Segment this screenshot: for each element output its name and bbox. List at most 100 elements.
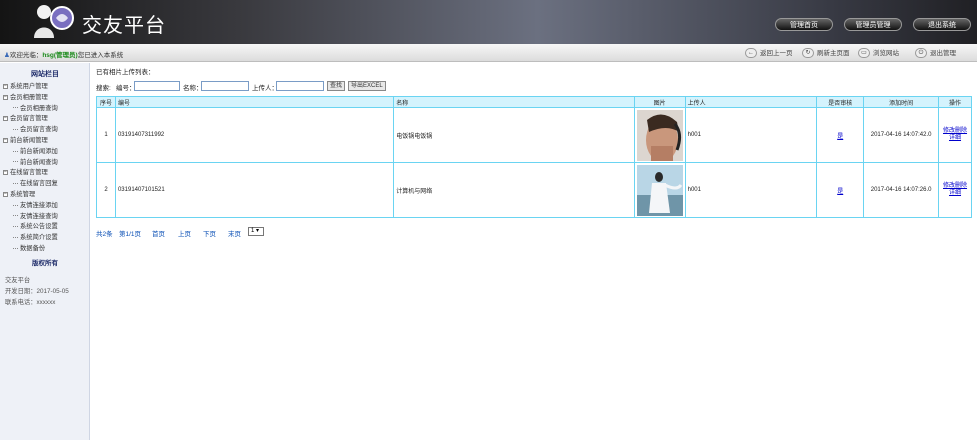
edit-link[interactable]: 修改 <box>943 128 955 134</box>
sidebar-item[interactable]: 系统简介设置 <box>13 232 58 241</box>
delete-link[interactable]: 删除 <box>955 183 967 189</box>
tree-branch-icon <box>13 129 18 131</box>
col-code: 编号 <box>114 96 395 108</box>
code-label: 编号： <box>116 85 136 92</box>
search-label: 搜索: <box>96 85 111 92</box>
sidebar-item[interactable]: 友情连接查询 <box>13 211 58 220</box>
sidebar-item[interactable]: 会员相册查询 <box>13 103 58 112</box>
nav-logout-button[interactable]: 退出系统 <box>913 18 971 31</box>
sidebar-item-label: 在线留言管理 <box>10 169 48 177</box>
pager-total: 共2条 <box>96 231 113 238</box>
detail-link[interactable]: 详细 <box>949 190 961 196</box>
sidebar-info-date: 开发日期：2017-05-05 <box>5 288 69 295</box>
sidebar-item-label: 友情连接添加 <box>20 201 58 209</box>
edit-link[interactable]: 修改 <box>943 183 955 189</box>
sidebar-item[interactable]: − 前台新闻管理 <box>3 135 48 144</box>
col-time: 添加时间 <box>863 96 940 108</box>
back-label: 返回上一页 <box>760 50 793 57</box>
search-button[interactable]: 查找 <box>327 81 346 91</box>
refresh-label: 刷新主页面 <box>817 50 850 57</box>
sidebar-info-phone: 联系电话：xxxxxx <box>5 299 56 306</box>
row-time: 2017-04-16 14:07:42.0 <box>863 107 940 163</box>
chevron-down-icon: ▾ <box>256 228 260 234</box>
tree-branch-icon <box>13 150 18 152</box>
current-user: hsg(管理员) <box>42 52 78 59</box>
browser-icon: ▭ <box>858 48 870 59</box>
uploader-input[interactable] <box>276 81 324 91</box>
refresh-button[interactable]: ↻ 刷新主页面 <box>802 47 850 59</box>
welcome-prefix: 欢迎光临： <box>9 52 43 59</box>
table-header-row: 序号 编号 名称 图片 上传人 是否审核 添加时间 操作 <box>96 96 972 108</box>
sidebar-item[interactable]: − 会员留言管理 <box>3 113 48 122</box>
photo-thumbnail-man[interactable] <box>636 109 683 161</box>
sidebar-item[interactable]: − 系统用户管理 <box>3 81 48 90</box>
expand-toggle-icon: − <box>3 136 8 143</box>
name-label: 名称： <box>183 85 203 92</box>
col-uploader: 上传人 <box>684 96 818 108</box>
name-input[interactable] <box>201 81 249 91</box>
row-image-cell <box>633 107 686 163</box>
col-image: 图片 <box>633 96 686 108</box>
sidebar-item[interactable]: 友情连接添加 <box>13 200 58 209</box>
table-row: 1 03191407311992 电饭锅电饭锅 h001 是 2017-04-1… <box>96 107 972 163</box>
sidebar-item[interactable]: − 会员相册管理 <box>3 92 48 101</box>
sidebar-item-label: 系统用户管理 <box>10 83 48 90</box>
photo-thumbnail-woman[interactable] <box>636 164 683 216</box>
tree-branch-icon <box>13 247 18 249</box>
sidebar-item[interactable]: − 系统管理 <box>3 189 35 198</box>
review-link[interactable]: 是 <box>837 189 843 195</box>
code-input[interactable] <box>134 81 180 91</box>
power-icon: ⏻ <box>915 48 927 59</box>
col-op: 操作 <box>938 96 972 108</box>
tree-branch-icon <box>13 237 18 239</box>
page-select[interactable]: 1 ▾ <box>248 227 264 236</box>
sidebar-item[interactable]: 前台新闻添加 <box>13 146 58 155</box>
sidebar: 网站栏目 − 系统用户管理 − 会员相册管理 会员相册查询 − 会员留言管理 会员留言查询 − 前… <box>0 63 90 440</box>
sidebar-item[interactable]: 在线留言回复 <box>13 178 58 187</box>
pager-first[interactable]: 首页 <box>152 228 165 238</box>
sidebar-item-label: 友情连接查询 <box>20 212 58 220</box>
row-review-cell: 是 <box>816 107 865 163</box>
browse-site-button[interactable]: ▭ 浏览网站 <box>858 47 899 59</box>
tree-branch-icon <box>13 204 18 206</box>
pager-next[interactable]: 下页 <box>203 228 216 238</box>
row-name: 电饭锅电饭锅 <box>393 107 635 163</box>
photo-table: 序号 编号 名称 图片 上传人 是否审核 添加时间 操作 1 031914073… <box>96 96 972 218</box>
expand-toggle-icon: − <box>3 115 8 122</box>
nav-admin-button[interactable]: 管理员管理 <box>844 18 902 31</box>
sidebar-item-label: 前台新闻查询 <box>20 158 58 166</box>
list-title: 已有相片上传列表： <box>96 69 155 76</box>
pager-last[interactable]: 末页 <box>228 228 241 238</box>
sidebar-item-label: 系统简介设置 <box>20 234 58 242</box>
row-code: 03191407311992 <box>114 107 395 163</box>
row-name: 计算机与网络 <box>393 162 635 218</box>
sidebar-item[interactable]: 会员留言查询 <box>13 124 58 133</box>
sidebar-item-label: 系统公告设置 <box>20 223 58 231</box>
col-no: 序号 <box>96 96 116 108</box>
expand-toggle-icon: − <box>3 93 8 100</box>
tree-branch-icon <box>13 107 18 109</box>
header-banner: 交友平台 管理首页 管理员管理 退出系统 <box>0 0 977 44</box>
sidebar-item[interactable]: 前台新闻查询 <box>13 157 58 166</box>
sidebar-item-label: 会员相册管理 <box>10 93 48 101</box>
sidebar-item-label: 前台新闻管理 <box>10 137 48 144</box>
sidebar-item-label: 会员留言管理 <box>10 115 48 123</box>
row-actions: 修改删除 详细 <box>938 107 972 163</box>
pager-prev[interactable]: 上页 <box>178 228 191 238</box>
tree-branch-icon <box>13 226 18 228</box>
row-no: 1 <box>96 107 116 163</box>
sidebar-item[interactable]: − 在线留言管理 <box>3 167 48 176</box>
row-code: 03191407101521 <box>114 162 395 218</box>
sidebar-item[interactable]: 系统公告设置 <box>13 221 58 230</box>
export-excel-button[interactable]: 导出EXCEL <box>348 81 386 91</box>
sidebar-item[interactable]: 数据备份 <box>13 243 45 252</box>
review-link[interactable]: 是 <box>837 134 843 140</box>
table-row: 2 03191407101521 计算机与网络 h001 是 2017-04-1… <box>96 162 972 218</box>
row-image-cell <box>633 162 686 218</box>
back-button[interactable]: ← 返回上一页 <box>745 47 793 59</box>
detail-link[interactable]: 详细 <box>949 135 961 141</box>
delete-link[interactable]: 删除 <box>955 128 967 134</box>
nav-home-button[interactable]: 管理首页 <box>775 18 833 31</box>
exit-admin-button[interactable]: ⏻ 退出管理 <box>915 47 956 59</box>
row-time: 2017-04-16 14:07:26.0 <box>863 162 940 218</box>
